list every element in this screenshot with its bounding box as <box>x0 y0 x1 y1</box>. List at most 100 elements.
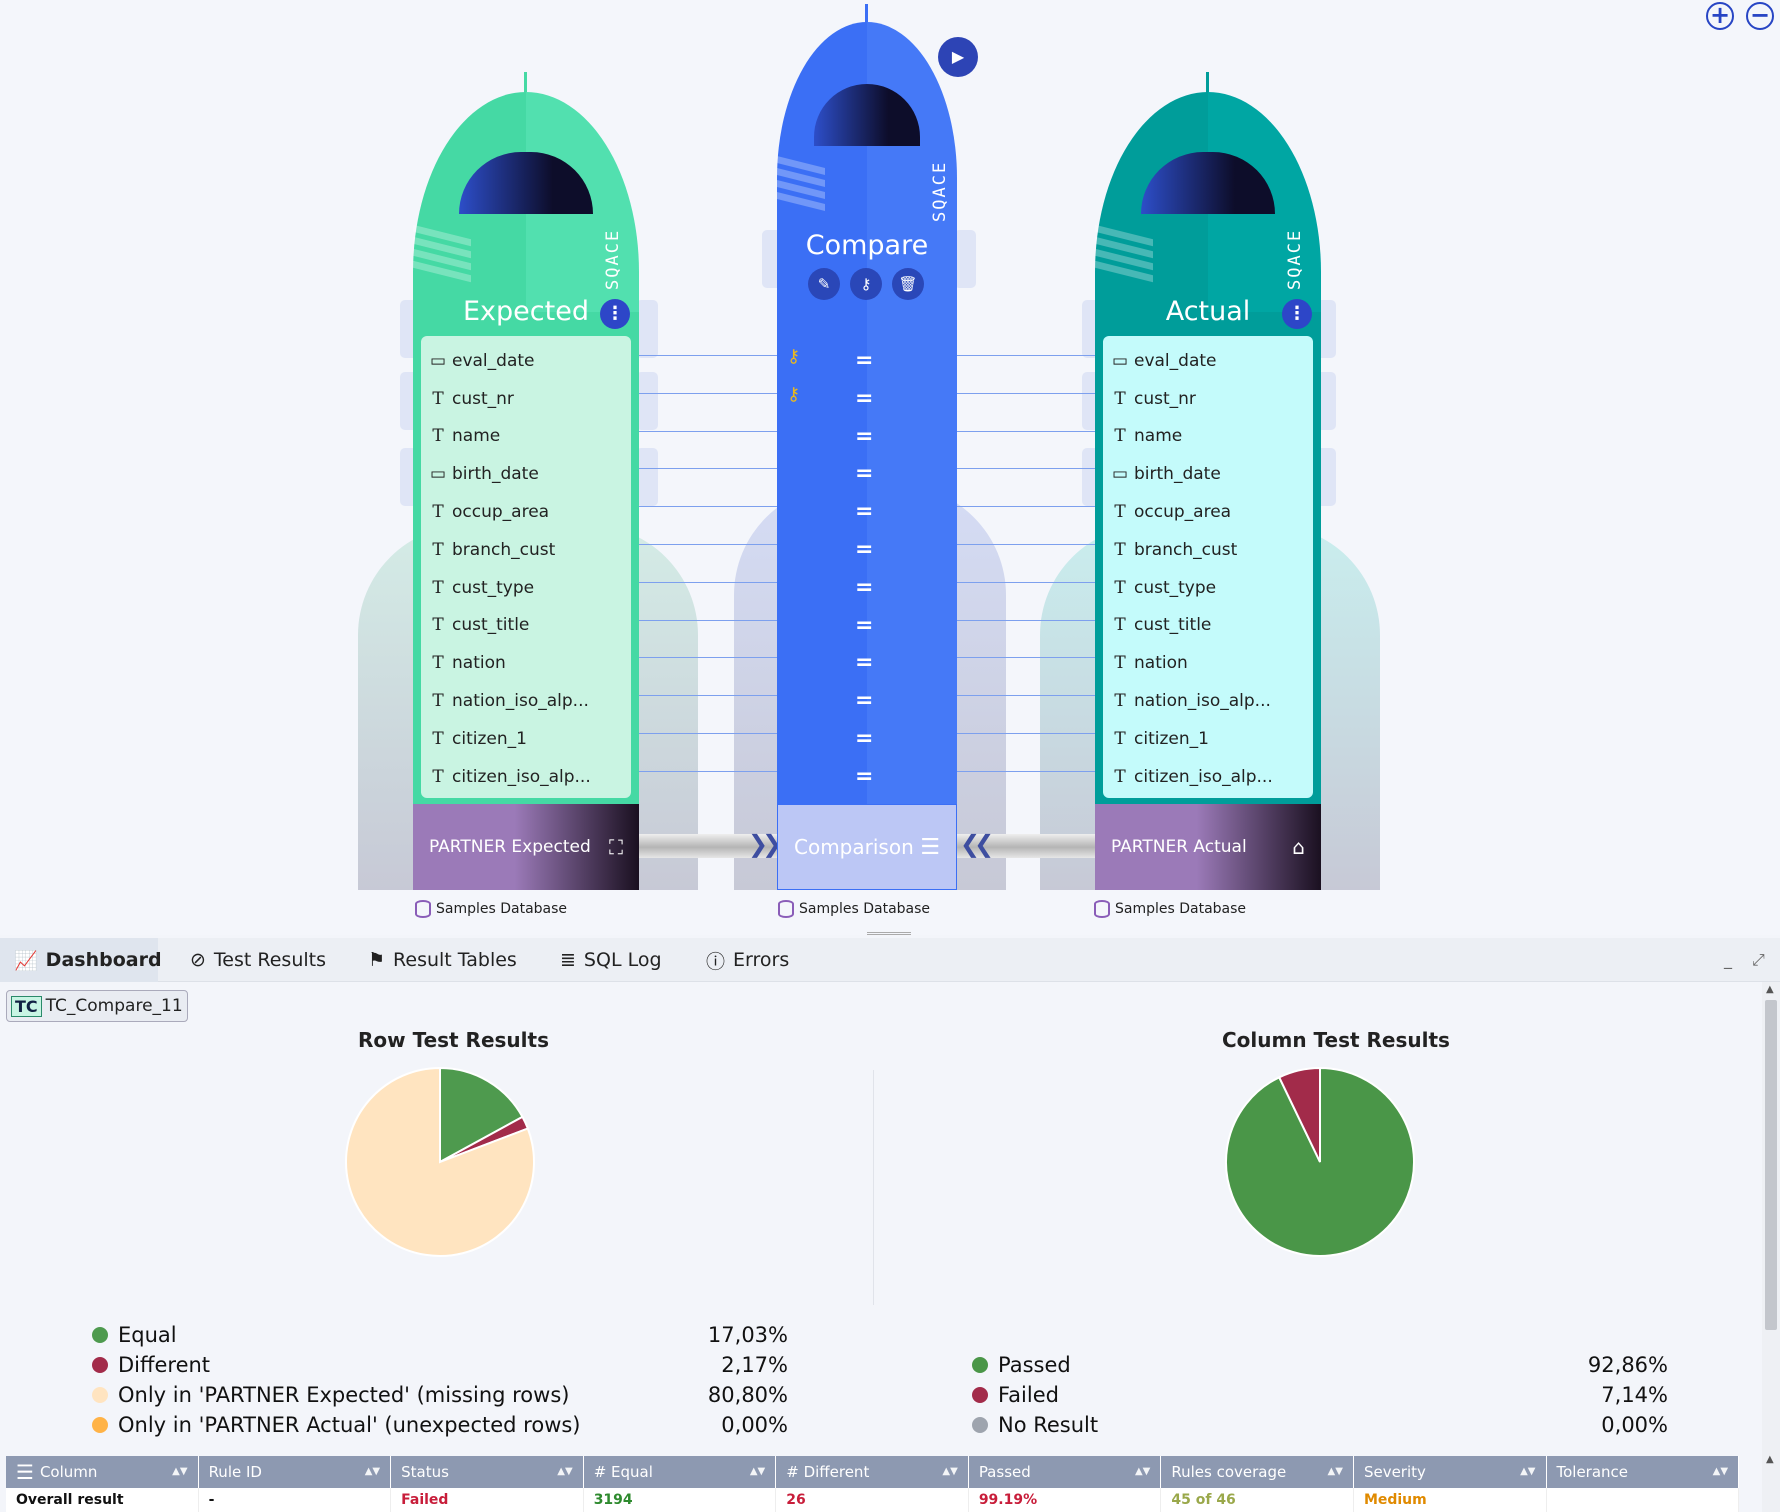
database-icon <box>415 900 431 918</box>
compare-rule-row[interactable]: = <box>777 418 957 456</box>
actual-node[interactable]: SQACE Actual ⋮ ▭ eval_date Tcust_nr Tname ▭ b… <box>1095 72 1321 890</box>
expected-source[interactable]: PARTNER Expected ⛶ <box>413 804 639 890</box>
flow-canvas[interactable]: + − ❯❯ ❮❮ SQACE Expected ⋮ ▭ eval_date Tcu… <box>0 0 1780 935</box>
field-row[interactable]: Tbranch_cust <box>1103 531 1313 569</box>
compare-db-ref[interactable]: Samples Database <box>778 900 930 918</box>
field-row[interactable]: Tnation_iso_alp... <box>421 682 631 720</box>
more-vertical-icon[interactable]: ⋮ <box>600 299 630 329</box>
legend-item[interactable]: No Result 0,00% <box>972 1410 1668 1440</box>
zoom-out-icon[interactable]: − <box>1746 2 1774 30</box>
home-outline-icon[interactable]: ⌂ <box>1292 835 1305 859</box>
sliders-icon[interactable]: ☰ <box>920 835 940 860</box>
key-icon[interactable]: ⚷ <box>850 268 882 300</box>
field-row[interactable]: Tcitizen_1 <box>421 720 631 758</box>
tab-test-results[interactable]: ⊘ Test Results <box>176 938 340 982</box>
column-header[interactable]: # Equal ▲▼ <box>584 1456 777 1488</box>
field-row[interactable]: Tcust_title <box>421 607 631 645</box>
fin-decoration <box>636 448 658 506</box>
field-row[interactable]: Tcitizen_1 <box>1103 720 1313 758</box>
scrollbar-thumb[interactable] <box>1765 1000 1777 1330</box>
expected-node[interactable]: SQACE Expected ⋮ ▭ eval_date Tcust_nr Tname… <box>413 72 639 890</box>
sort-icon[interactable]: ▲▼ <box>1713 1467 1728 1477</box>
tab-sql-log[interactable]: ≣ SQL Log <box>546 938 676 982</box>
sort-icon[interactable]: ▲▼ <box>1520 1467 1535 1477</box>
sort-icon[interactable]: ▲▼ <box>557 1467 572 1477</box>
compare-rule-row[interactable]: = <box>777 607 957 645</box>
field-row[interactable]: Tcust_type <box>1103 569 1313 607</box>
field-row[interactable]: Tbranch_cust <box>421 531 631 569</box>
compare-rule-row[interactable]: ⚷ = <box>777 380 957 418</box>
hierarchy-icon[interactable]: ⛶ <box>609 835 623 859</box>
legend-item[interactable]: Only in 'PARTNER Expected' (missing rows… <box>92 1380 788 1410</box>
column-header[interactable]: # Different ▲▼ <box>776 1456 969 1488</box>
table-row[interactable]: Overall result - Failed 3194 26 99.19% 45 of 4… <box>6 1488 1740 1512</box>
scroll-up-icon[interactable]: ▲ <box>1766 984 1774 995</box>
expand-icon[interactable]: ⤢ <box>1752 950 1765 970</box>
legend-item[interactable]: Equal 17,03% <box>92 1320 788 1350</box>
hamburger-menu-icon[interactable]: ☰ <box>16 1460 34 1484</box>
tab-result-tables[interactable]: ⚑ Result Tables <box>354 938 531 982</box>
scroll-down-icon[interactable]: ▲ <box>1766 1454 1774 1465</box>
column-header[interactable]: Rules coverage ▲▼ <box>1161 1456 1354 1488</box>
field-row[interactable]: Tnation <box>421 644 631 682</box>
tab-errors[interactable]: ⓘ Errors <box>692 938 803 982</box>
more-vertical-icon[interactable]: ⋮ <box>1282 299 1312 329</box>
vertical-scrollbar[interactable]: ▲ ▲ <box>1762 982 1780 1512</box>
compare-rule-row[interactable]: = <box>777 493 957 531</box>
field-row[interactable]: Tname <box>1103 418 1313 456</box>
sort-icon[interactable]: ▲▼ <box>172 1467 187 1477</box>
tab-dashboard[interactable]: 📈 Dashboard <box>0 938 162 982</box>
actual-source[interactable]: PARTNER Actual ⌂ <box>1095 804 1321 890</box>
column-header[interactable]: Tolerance ▲▼ <box>1547 1456 1740 1488</box>
legend-value: 7,14% <box>1601 1383 1668 1407</box>
sort-icon[interactable]: ▲▼ <box>1328 1467 1343 1477</box>
testcase-chip[interactable]: TC TC_Compare_11 <box>6 990 188 1022</box>
comparison-settings[interactable]: Comparison ☰ <box>777 804 957 890</box>
legend-item[interactable]: Different 2,17% <box>92 1350 788 1380</box>
sort-icon[interactable]: ▲▼ <box>365 1467 380 1477</box>
compare-rule-row[interactable]: = <box>777 531 957 569</box>
zoom-in-icon[interactable]: + <box>1706 2 1734 30</box>
field-row[interactable]: Tcust_type <box>421 569 631 607</box>
compare-node[interactable]: SQACE Compare ✎ ⚷ 🗑 ⚷ = ⚷ = = = = = = = = = = = Compa… <box>777 4 957 890</box>
field-row[interactable]: Tcitizen_iso_alp... <box>1103 758 1313 796</box>
column-header[interactable]: Status ▲▼ <box>391 1456 584 1488</box>
compare-rule-row[interactable]: = <box>777 569 957 607</box>
column-header[interactable]: Passed ▲▼ <box>969 1456 1162 1488</box>
legend-item[interactable]: Only in 'PARTNER Actual' (unexpected row… <box>92 1410 788 1440</box>
trash-icon[interactable]: 🗑 <box>892 268 924 300</box>
compare-rule-row[interactable]: = <box>777 455 957 493</box>
actual-db-ref[interactable]: Samples Database <box>1094 900 1246 918</box>
field-row[interactable]: Tname <box>421 418 631 456</box>
sort-icon[interactable]: ▲▼ <box>750 1467 765 1477</box>
field-row[interactable]: Tcust_nr <box>1103 380 1313 418</box>
minimize-icon[interactable]: _ <box>1724 950 1732 969</box>
compare-rule-row[interactable]: = <box>777 720 957 758</box>
field-row[interactable]: Tcust_nr <box>421 380 631 418</box>
field-row[interactable]: ▭ birth_date <box>1103 455 1313 493</box>
play-icon[interactable]: ▶ <box>938 37 978 77</box>
compare-rule-row[interactable]: ⚷ = <box>777 342 957 380</box>
edit-icon[interactable]: ✎ <box>808 268 840 300</box>
field-row[interactable]: Tcust_title <box>1103 607 1313 645</box>
legend-item[interactable]: Passed 92,86% <box>972 1350 1668 1380</box>
compare-rule-row[interactable]: = <box>777 682 957 720</box>
column-header[interactable]: Severity ▲▼ <box>1354 1456 1547 1488</box>
field-row[interactable]: Tnation_iso_alp... <box>1103 682 1313 720</box>
field-row[interactable]: Toccup_area <box>1103 493 1313 531</box>
expected-db-ref[interactable]: Samples Database <box>415 900 567 918</box>
field-row[interactable]: Tcitizen_iso_alp... <box>421 758 631 796</box>
field-row[interactable]: ▭ eval_date <box>1103 342 1313 380</box>
panel-splitter[interactable] <box>867 932 911 935</box>
sort-icon[interactable]: ▲▼ <box>942 1467 957 1477</box>
column-header[interactable]: ☰ Column ▲▼ <box>6 1456 199 1488</box>
legend-item[interactable]: Failed 7,14% <box>972 1380 1668 1410</box>
field-row[interactable]: Tnation <box>1103 644 1313 682</box>
field-row[interactable]: Toccup_area <box>421 493 631 531</box>
field-row[interactable]: ▭ eval_date <box>421 342 631 380</box>
compare-rule-row[interactable]: = <box>777 644 957 682</box>
compare-rule-row[interactable]: = <box>777 758 957 796</box>
column-header[interactable]: Rule ID ▲▼ <box>199 1456 392 1488</box>
sort-icon[interactable]: ▲▼ <box>1135 1467 1150 1477</box>
field-row[interactable]: ▭ birth_date <box>421 455 631 493</box>
